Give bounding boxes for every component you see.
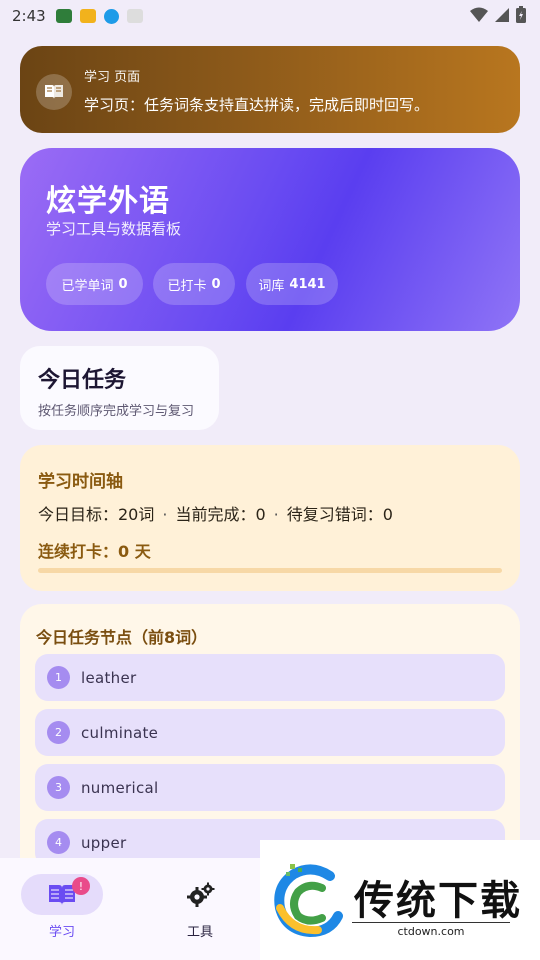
book-icon <box>36 74 72 110</box>
node-number: 2 <box>47 721 70 744</box>
timeline-title: 学习时间轴 <box>38 472 123 492</box>
page-banner: 学习 页面 学习页：任务词条支持直达拼读，完成后即时回写。 <box>20 46 520 133</box>
daily-goal: 今日目标：20词 <box>38 505 155 524</box>
watermark-emblem-icon <box>274 864 343 938</box>
node-word: culminate <box>81 723 159 742</box>
system-icons <box>470 6 526 23</box>
streak-text: 连续打卡：0 天 <box>38 542 151 561</box>
gears-icon <box>187 882 215 907</box>
nav-pill-tools[interactable] <box>159 874 241 915</box>
wifi-icon <box>470 7 488 22</box>
nav-label-tools: 工具 <box>186 925 213 940</box>
app-title: 炫学外语 <box>46 184 170 219</box>
nav-pill-active[interactable]: ! <box>21 874 103 915</box>
review-count: 待复习错词：0 <box>286 505 393 524</box>
app-notification-icon <box>79 9 96 23</box>
watermark-logo: 传统下载 ctdown.com <box>260 840 540 960</box>
nodes-title: 今日任务节点（前8词） <box>36 628 208 647</box>
node-word: upper <box>81 833 127 852</box>
node-word: leather <box>81 668 137 687</box>
chip-checkins[interactable]: 已打卡 0 <box>153 263 235 305</box>
banner-title: 学习 页面 <box>84 70 141 85</box>
signal-icon <box>495 7 509 22</box>
node-number: 3 <box>47 776 70 799</box>
hero-card: 炫学外语 学习工具与数据看板 已学单词 0 已打卡 0 词库 4141 <box>20 148 520 331</box>
app-notification-icon <box>55 9 72 23</box>
list-item[interactable]: 3 numerical <box>35 764 505 811</box>
status-time: 2:43 <box>12 7 46 25</box>
nav-item-tools[interactable]: 工具 <box>160 874 240 940</box>
node-word: numerical <box>81 778 159 797</box>
today-task-subtitle: 按任务顺序完成学习与复习 <box>38 404 195 419</box>
app-notification-icon <box>126 9 143 23</box>
download-icon <box>103 8 119 24</box>
banner-text: 学习页：任务词条支持直达拼读，完成后即时回写。 <box>84 96 430 114</box>
app-subtitle: 学习工具与数据看板 <box>46 220 182 238</box>
progress-bar <box>38 568 502 573</box>
watermark-url: ctdown.com <box>352 922 510 938</box>
list-item[interactable]: 2 culminate <box>35 709 505 756</box>
today-task-title: 今日任务 <box>38 368 127 393</box>
completed-count: 当前完成：0 <box>175 505 266 524</box>
today-task-card[interactable]: 今日任务 按任务顺序完成学习与复习 <box>20 346 219 430</box>
list-item[interactable]: 1 leather <box>35 654 505 701</box>
node-number: 1 <box>47 666 70 689</box>
nav-label-study: 学习 <box>48 925 75 940</box>
battery-icon <box>516 6 526 23</box>
notification-badge: ! <box>72 877 90 895</box>
nav-item-study[interactable]: ! 学习 <box>21 874 103 940</box>
timeline-stats: 今日目标：20词 · 当前完成：0 · 待复习错词：0 <box>38 505 393 524</box>
chip-learned-words[interactable]: 已学单词 0 <box>46 263 143 305</box>
study-timeline-card: 学习时间轴 今日目标：20词 · 当前完成：0 · 待复习错词：0 连续打卡：0 天 <box>20 445 520 591</box>
status-bar: 2:43 <box>0 0 540 32</box>
node-number: 4 <box>47 831 70 854</box>
watermark-text: 传统下载 <box>354 878 522 924</box>
chip-vocabulary[interactable]: 词库 4141 <box>246 263 338 305</box>
